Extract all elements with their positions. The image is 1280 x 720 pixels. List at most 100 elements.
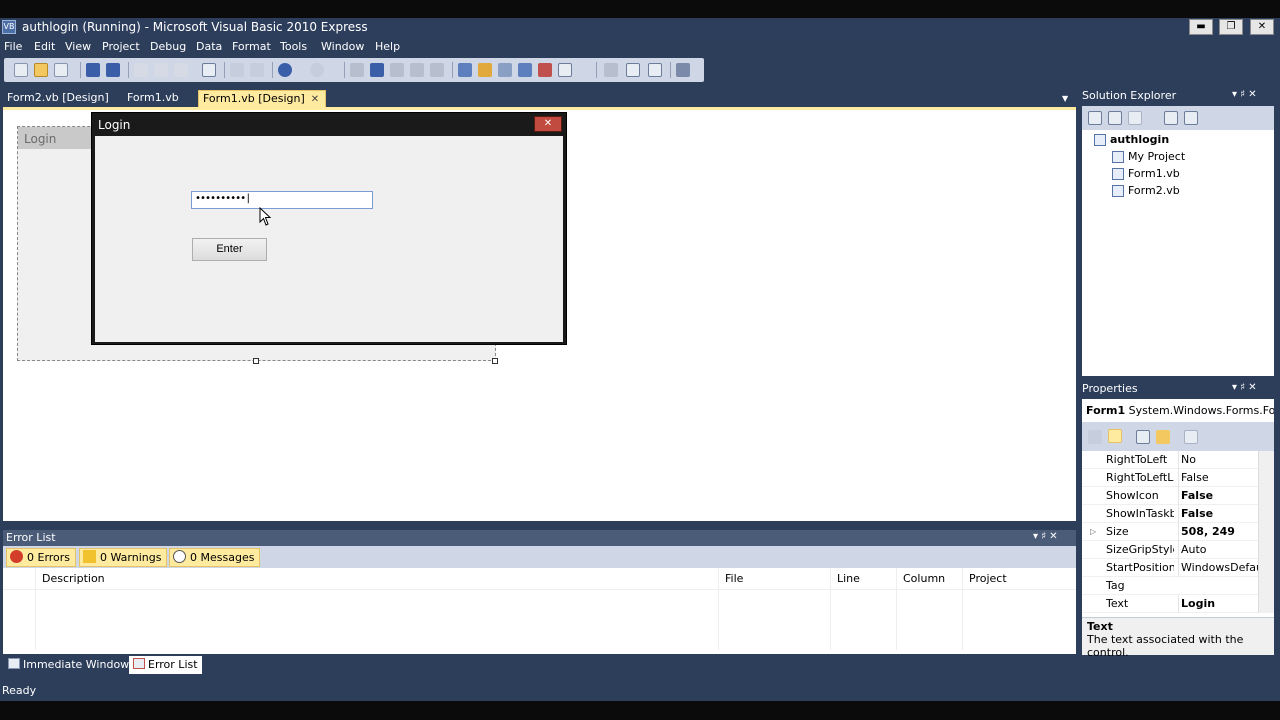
error-list-icon[interactable] xyxy=(538,63,552,77)
tab-error-list[interactable]: Error List xyxy=(129,656,202,674)
tab-form1-design[interactable]: Form1.vb [Design] ✕ xyxy=(198,90,326,108)
warnings-filter-button[interactable]: 0 Warnings xyxy=(79,548,168,567)
prop-row-showicon[interactable]: ShowIcon False xyxy=(1082,487,1258,505)
resize-handle-bottom[interactable] xyxy=(253,358,259,364)
errors-filter-button[interactable]: 0 Errors xyxy=(6,548,77,567)
menu-format[interactable]: Format xyxy=(232,40,271,53)
menu-file[interactable]: File xyxy=(4,40,22,53)
properties-scrollbar[interactable] xyxy=(1258,451,1274,613)
prop-value[interactable]: 508, 249 xyxy=(1178,523,1258,541)
prop-row-righttoleftlayout[interactable]: RightToLeftLa False xyxy=(1082,469,1258,487)
menu-edit[interactable]: Edit xyxy=(34,40,55,53)
step-into-icon[interactable] xyxy=(390,63,404,77)
properties-icon[interactable] xyxy=(478,63,492,77)
tab-immediate-window[interactable]: Immediate Window xyxy=(4,656,133,674)
save-icon[interactable] xyxy=(86,63,100,77)
tree-project-authlogin[interactable]: authlogin xyxy=(1094,133,1169,147)
prop-value[interactable]: False xyxy=(1178,487,1258,505)
prop-row-text[interactable]: Text Login xyxy=(1082,595,1258,613)
cut-icon[interactable] xyxy=(134,63,148,77)
alphabetical-icon[interactable] xyxy=(1108,429,1122,443)
start-debugging-icon[interactable] xyxy=(350,63,364,77)
navigate-back-icon[interactable] xyxy=(604,63,618,77)
tree-item-my-project[interactable]: My Project xyxy=(1112,150,1185,164)
resize-handle-corner[interactable] xyxy=(492,358,498,364)
prop-row-size[interactable]: ▷ Size 508, 249 xyxy=(1082,523,1258,541)
column-description[interactable]: Description xyxy=(42,572,105,585)
open-folder-icon[interactable] xyxy=(34,63,48,77)
close-window-button[interactable]: ✕ xyxy=(1250,19,1274,35)
output-icon[interactable] xyxy=(558,63,572,77)
paste-icon[interactable] xyxy=(174,63,188,77)
categorized-icon[interactable] xyxy=(1088,430,1102,444)
copy-icon[interactable] xyxy=(154,63,168,77)
prop-row-showintaskbar[interactable]: ShowInTaskb False xyxy=(1082,505,1258,523)
pin-icon[interactable]: ▾ ♯ ✕ xyxy=(1033,531,1058,542)
step-out-icon[interactable] xyxy=(430,63,444,77)
properties-tab-icon[interactable] xyxy=(1136,430,1150,444)
column-column[interactable]: Column xyxy=(903,572,945,585)
menu-tools[interactable]: Tools xyxy=(280,40,307,53)
column-project[interactable]: Project xyxy=(969,572,1007,585)
find-icon[interactable] xyxy=(202,63,216,77)
view-designer-icon[interactable] xyxy=(1184,111,1198,125)
pin-icon[interactable]: ▾ ♯ ✕ xyxy=(1232,382,1257,393)
prop-row-startposition[interactable]: StartPosition WindowsDefault xyxy=(1082,559,1258,577)
menu-help[interactable]: Help xyxy=(375,40,400,53)
immediate-window-icon[interactable] xyxy=(626,63,640,77)
prop-value[interactable]: False xyxy=(1178,505,1258,523)
property-pages-icon[interactable] xyxy=(1184,430,1198,444)
tree-item-form1[interactable]: Form1.vb xyxy=(1112,167,1180,181)
breakpoints-icon[interactable] xyxy=(648,63,662,77)
expand-icon[interactable]: ▷ xyxy=(1090,523,1096,541)
tab-form1-code[interactable]: Form1.vb xyxy=(123,90,183,108)
new-project-icon[interactable] xyxy=(14,63,28,77)
events-icon[interactable] xyxy=(1156,430,1170,444)
solution-explorer-icon[interactable] xyxy=(458,63,472,77)
prop-row-tag[interactable]: Tag xyxy=(1082,577,1258,595)
undo-icon[interactable] xyxy=(278,63,292,77)
object-selector-dropdown[interactable]: Form1 System.Windows.Forms.Fo xyxy=(1082,399,1274,423)
object-browser-icon[interactable] xyxy=(498,63,512,77)
column-line[interactable]: Line xyxy=(837,572,860,585)
prop-value[interactable]: WindowsDefault xyxy=(1178,559,1258,577)
menu-project[interactable]: Project xyxy=(102,40,140,53)
prop-value[interactable]: Auto xyxy=(1178,541,1258,559)
prop-row-righttoleft[interactable]: RightToLeft No xyxy=(1082,451,1258,469)
view-code-icon[interactable] xyxy=(1164,111,1178,125)
enter-button[interactable]: Enter xyxy=(192,238,267,261)
prop-value[interactable]: False xyxy=(1178,469,1258,487)
comment-icon[interactable] xyxy=(230,63,244,77)
pin-icon[interactable]: ▾ ♯ ✕ xyxy=(1232,89,1257,100)
messages-filter-button[interactable]: 0 Messages xyxy=(169,548,261,567)
toolbar-options-icon[interactable] xyxy=(676,63,690,77)
properties-view-icon[interactable] xyxy=(1088,111,1102,125)
maximize-button[interactable]: ❐ xyxy=(1219,19,1243,35)
menu-debug[interactable]: Debug xyxy=(150,40,186,53)
tab-dropdown-icon[interactable]: ▼ xyxy=(1062,94,1068,103)
password-field[interactable]: ••••••••••| xyxy=(191,191,373,209)
save-all-icon[interactable] xyxy=(106,63,120,77)
column-file[interactable]: File xyxy=(725,572,743,585)
tab-form2-design[interactable]: Form2.vb [Design] xyxy=(3,90,113,108)
prop-value[interactable]: Login xyxy=(1178,595,1258,613)
redo-icon[interactable] xyxy=(310,63,324,77)
prop-value[interactable]: No xyxy=(1178,451,1258,469)
close-tab-icon[interactable]: ✕ xyxy=(311,92,321,108)
show-all-files-icon[interactable] xyxy=(1108,111,1122,125)
minimize-button[interactable]: ▬ xyxy=(1189,19,1213,35)
toolbox-icon[interactable] xyxy=(518,63,532,77)
menu-data[interactable]: Data xyxy=(196,40,222,53)
tree-item-form2[interactable]: Form2.vb xyxy=(1112,184,1180,198)
vb-app-icon[interactable]: VB xyxy=(2,20,16,34)
error-list-title: Error List xyxy=(6,531,56,544)
step-over-icon[interactable] xyxy=(410,63,424,77)
menu-window[interactable]: Window xyxy=(321,40,364,53)
login-close-button[interactable]: ✕ xyxy=(534,116,562,132)
menu-view[interactable]: View xyxy=(65,40,91,53)
add-item-icon[interactable] xyxy=(54,63,68,77)
uncomment-icon[interactable] xyxy=(250,63,264,77)
stop-debugging-icon[interactable] xyxy=(370,63,384,77)
refresh-icon[interactable] xyxy=(1128,111,1142,125)
prop-row-sizegripstyle[interactable]: SizeGripStyle Auto xyxy=(1082,541,1258,559)
